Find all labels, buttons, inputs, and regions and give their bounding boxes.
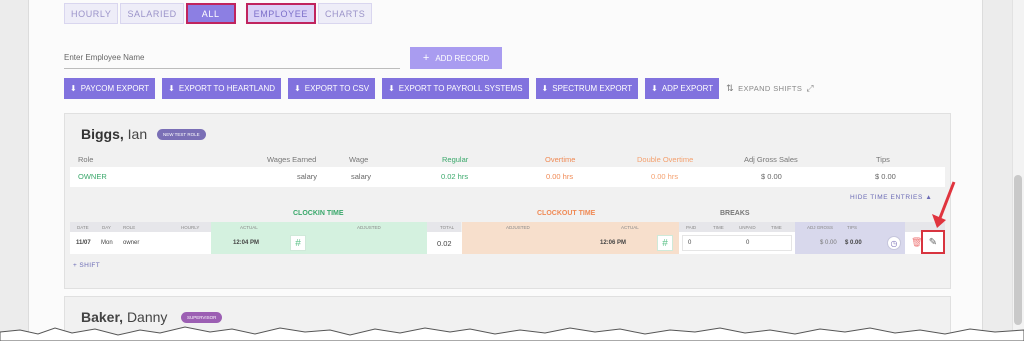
actual-in-header: ACTUAL bbox=[240, 224, 258, 230]
spectrum-export-button[interactable]: ⬇ SPECTRUM EXPORT bbox=[535, 78, 639, 99]
overtime-value: 0.00 hrs bbox=[546, 172, 574, 181]
tips-value: $ 0.00 bbox=[875, 172, 896, 181]
hide-time-entries-label: HIDE TIME ENTRIES bbox=[850, 194, 923, 201]
unpaid-header: UNPAID bbox=[739, 224, 756, 230]
double-overtime-header: Double Overtime bbox=[637, 155, 694, 164]
entry-paid: 0 bbox=[688, 240, 692, 246]
entry-date: 11/07 bbox=[76, 240, 91, 246]
clockout-group-title: CLOCKOUT TIME bbox=[537, 210, 596, 217]
clock-icon[interactable]: ◷ bbox=[887, 236, 901, 250]
role-column-header: ROLE bbox=[123, 224, 136, 230]
expand-arrows-icon: ⤢ bbox=[806, 83, 814, 93]
employee-first-name: Ian bbox=[127, 126, 148, 142]
breaks-cell-box bbox=[682, 235, 792, 251]
breaks-group-title: BREAKS bbox=[720, 210, 750, 217]
sort-icon: ⇅ bbox=[726, 83, 735, 93]
expand-shifts-toggle[interactable]: ⇅ EXPAND SHIFTS ⤢ bbox=[726, 83, 814, 94]
hourly-header: HOURLY bbox=[181, 224, 200, 230]
torn-edge bbox=[0, 326, 1024, 341]
heartland-export-button[interactable]: ⬇ EXPORT TO HEARTLAND bbox=[162, 78, 282, 99]
clockin-group-title: CLOCKIN TIME bbox=[293, 210, 344, 217]
date-header: DATE bbox=[77, 224, 89, 230]
tips-header: Tips bbox=[876, 155, 890, 164]
expand-shifts-label: EXPAND SHIFTS bbox=[738, 84, 803, 93]
unpaid-time-header: TIME bbox=[771, 224, 782, 230]
tab-hourly[interactable]: HOURLY bbox=[64, 3, 119, 24]
clockout-subheader bbox=[462, 222, 679, 232]
entry-actual-in: 12:04 PM bbox=[233, 240, 260, 246]
adjusted-in-header: ADJUSTED bbox=[357, 224, 381, 230]
page-scrollbar[interactable] bbox=[1012, 0, 1024, 341]
employee-last-name: Biggs, bbox=[81, 126, 124, 142]
payroll-systems-export-button[interactable]: ⬇ EXPORT TO PAYROLL SYSTEMS bbox=[382, 78, 529, 99]
double-overtime-value: 0.00 hrs bbox=[651, 172, 679, 181]
wages-earned-value: salary bbox=[297, 172, 318, 181]
entry-role: owner bbox=[123, 240, 140, 246]
edit-entry-button[interactable]: ✎ bbox=[921, 230, 945, 254]
paycom-export-label: PAYCOM EXPORT bbox=[80, 84, 150, 93]
adjusted-out-header: ADJUSTED bbox=[506, 224, 530, 230]
wage-value: salary bbox=[351, 172, 372, 181]
entry-adj-gross: $ 0.00 bbox=[820, 240, 837, 246]
export-toolbar: ⬇ PAYCOM EXPORT ⬇ EXPORT TO HEARTLAND ⬇ EXP… bbox=[64, 78, 814, 99]
adj-gross-sales-value: $ 0.00 bbox=[761, 172, 782, 181]
tab-charts[interactable]: CHARTS bbox=[317, 3, 373, 24]
adj-gross-header: ADJ GROSS bbox=[807, 224, 834, 230]
add-record-button[interactable]: + ADD RECORD bbox=[410, 47, 502, 69]
role-header: Role bbox=[78, 155, 94, 164]
tab-all[interactable]: ALL bbox=[185, 3, 236, 24]
tab-salaried[interactable]: SALARIED bbox=[120, 3, 184, 24]
heartland-export-label: EXPORT TO HEARTLAND bbox=[178, 84, 276, 93]
overtime-header: Overtime bbox=[545, 155, 576, 164]
employee-card: Biggs, Ian NEW TEST ROLE Role Wages Earn… bbox=[64, 113, 951, 289]
download-icon: ⬇ bbox=[651, 84, 658, 93]
adp-export-button[interactable]: ⬇ ADP EXPORT bbox=[645, 78, 720, 99]
spectrum-export-label: SPECTRUM EXPORT bbox=[552, 84, 633, 93]
wage-header: Wage bbox=[349, 155, 369, 164]
paid-time-header: TIME bbox=[713, 224, 724, 230]
employee-name: Biggs, Ian bbox=[81, 126, 147, 142]
pencil-icon: ✎ bbox=[928, 236, 938, 248]
regular-value: 0.02 hrs bbox=[441, 172, 469, 181]
total-header: TOTAL bbox=[440, 224, 455, 230]
download-icon: ⬇ bbox=[168, 84, 175, 93]
add-record-label: ADD RECORD bbox=[435, 53, 490, 63]
clockout-cell-bg bbox=[462, 232, 679, 254]
role-badge: NEW TEST ROLE bbox=[157, 129, 206, 140]
download-icon: ⬇ bbox=[388, 84, 395, 93]
hide-time-entries-toggle[interactable]: HIDE TIME ENTRIES ▲ bbox=[850, 194, 932, 201]
edit-clockout-hash-icon[interactable]: # bbox=[657, 235, 673, 251]
paycom-export-button[interactable]: ⬇ PAYCOM EXPORT bbox=[64, 78, 156, 99]
download-icon: ⬇ bbox=[70, 84, 77, 93]
regular-header: Regular bbox=[442, 155, 469, 164]
entry-total: 0.02 bbox=[437, 239, 452, 248]
download-icon: ⬇ bbox=[541, 84, 549, 93]
role-value: OWNER bbox=[78, 172, 107, 181]
csv-export-label: EXPORT TO CSV bbox=[304, 84, 370, 93]
wages-earned-header: Wages Earned bbox=[267, 155, 317, 164]
edit-clockin-hash-icon[interactable]: # bbox=[290, 235, 306, 251]
plus-icon: + bbox=[422, 52, 430, 64]
payroll-systems-export-label: EXPORT TO PAYROLL SYSTEMS bbox=[398, 84, 523, 93]
view-tabs: HOURLY SALARIED ALL EMPLOYEE CHARTS bbox=[64, 3, 373, 24]
employee-name-input[interactable] bbox=[64, 47, 400, 69]
adj-gross-sales-header: Adj Gross Sales bbox=[744, 155, 798, 164]
paid-header: PAID bbox=[686, 224, 697, 230]
entry-tips: $ 0.00 bbox=[845, 240, 862, 246]
adp-export-label: ADP EXPORT bbox=[661, 84, 714, 93]
annotation-arrow bbox=[932, 181, 956, 228]
summary-row bbox=[70, 167, 945, 187]
entry-unpaid: 0 bbox=[746, 240, 750, 246]
csv-export-button[interactable]: ⬇ EXPORT TO CSV bbox=[288, 78, 376, 99]
actual-out-header: ACTUAL bbox=[621, 224, 639, 230]
add-shift-button[interactable]: + SHIFT bbox=[73, 262, 100, 269]
day-header: DAY bbox=[102, 224, 111, 230]
tab-employee[interactable]: EMPLOYEE bbox=[245, 3, 316, 24]
download-icon: ⬇ bbox=[294, 84, 301, 93]
entry-day: Mon bbox=[101, 240, 113, 246]
scroll-thumb[interactable] bbox=[1014, 175, 1022, 325]
entry-tips-header: TIPS bbox=[847, 224, 858, 230]
entry-actual-out: 12:06 PM bbox=[600, 240, 627, 246]
